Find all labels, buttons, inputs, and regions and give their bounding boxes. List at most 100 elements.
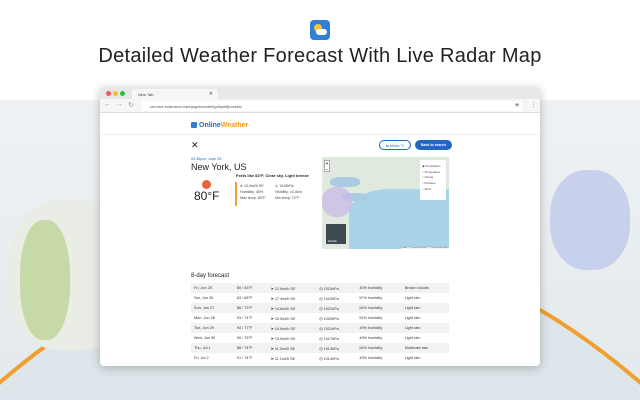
- back-to-search-button[interactable]: Back to search: [415, 140, 452, 150]
- cell-text: Sun, Jun 27: [194, 306, 215, 310]
- cell-text: Tue, Jun 29: [194, 326, 214, 330]
- cell-text: 1020hPa: [323, 316, 339, 321]
- browser-window: New Tab ✕ ← → ↻ chrome-extension://achjag…: [100, 87, 540, 366]
- table-row: Thu, Jul 1 88 / 74°F ➤ 11.3mi/h SE ◎ 1013hP…: [191, 343, 449, 353]
- close-icon[interactable]: ✕: [191, 140, 199, 151]
- cell: 91 / 74°F: [234, 353, 268, 363]
- cell-text: 49% humidity: [359, 336, 383, 340]
- forecast-title: 8-day forecast: [191, 273, 230, 279]
- cell: ◎ 1015hPa: [319, 286, 339, 291]
- cell-text: 14.0mi/h SE: [274, 326, 296, 331]
- map-zoom-controls[interactable]: + −: [324, 160, 330, 173]
- cell-text: 10.5mi/h SE: [274, 316, 296, 321]
- cell: ◎ 1017hPa: [319, 336, 339, 341]
- back-icon[interactable]: ←: [104, 101, 111, 108]
- cell: 54% humidity: [356, 303, 401, 313]
- layer-option[interactable]: ○ Wind: [422, 187, 444, 191]
- cell: Mon, Jun 28: [191, 313, 234, 323]
- cell: Moderate rain: [402, 343, 449, 353]
- cell-text: 49% humidity: [359, 356, 383, 360]
- brand-logo[interactable]: OnlineWeather: [191, 122, 248, 129]
- cell-text: 49% humidity: [359, 326, 383, 330]
- bookmark-star-icon[interactable]: ★: [514, 101, 520, 109]
- address-bar[interactable]: chrome-extension://achjagcbmedeblgdbpelf…: [142, 101, 522, 111]
- layer-option[interactable]: ○ Clouds: [422, 175, 444, 179]
- cell: Light rain: [402, 313, 449, 323]
- current-temp: 80°F: [194, 189, 220, 203]
- cell: 49% humidity: [356, 323, 401, 333]
- cell-text: 11.3mi/h SE: [274, 346, 296, 351]
- cell: Light rain: [402, 353, 449, 363]
- cell: 49% humidity: [356, 333, 401, 343]
- cell-text: 83 / 68°F: [236, 296, 253, 300]
- wind: ➤ 10.0mi/h SE: [240, 184, 264, 188]
- table-row: Mon, Jun 28 93 / 74°F ➤ 10.5mi/h SE ◎ 1020h…: [191, 313, 449, 323]
- visibility: Visibility: 10.0km: [275, 190, 302, 194]
- cell-text: Fri, Jun 25: [194, 286, 212, 290]
- cell-text: 1015hPa: [323, 286, 339, 291]
- cell-text: Light rain: [404, 336, 421, 340]
- current-date: 02:46pm, June 25: [191, 157, 222, 161]
- cell: ➤ 12.0mi/h SE: [270, 286, 296, 291]
- cell-text: 1015hPa: [323, 296, 339, 301]
- cell: Sun, Jun 27: [191, 303, 234, 313]
- cell-text: 54% humidity: [359, 346, 383, 350]
- cell-text: 88 / 74°F: [236, 346, 253, 350]
- cell: ➤ 11.3mi/h SE: [270, 346, 296, 351]
- satellite-toggle[interactable]: Satellite: [326, 224, 346, 244]
- table-row: Sun, Jun 27 88 / 73°F ➤ 14.6mi/h SE ◎ 1022h…: [191, 303, 449, 313]
- cell-text: Wed, Jun 30: [194, 336, 216, 340]
- cell-text: 40% humidity: [359, 286, 383, 290]
- cell-text: 51% humidity: [359, 316, 383, 320]
- reload-icon[interactable]: ↻: [128, 101, 134, 109]
- close-tab-icon[interactable]: ✕: [209, 91, 213, 97]
- cell-text: Broken clouds: [404, 286, 429, 290]
- cell: 49% humidity: [356, 353, 401, 363]
- humidity: Humidity: 46%: [240, 190, 264, 194]
- cell: 88 / 74°F: [234, 343, 268, 353]
- cell: Light rain: [402, 293, 449, 303]
- cell-text: Light rain: [404, 306, 421, 310]
- cell: ➤ 14.0mi/h SE: [270, 326, 296, 331]
- cell: Sat, Jun 26: [191, 293, 234, 303]
- cell-text: Fri, Jul 2: [194, 356, 209, 360]
- cell: ◎ 1015hPa: [319, 296, 339, 301]
- forward-icon[interactable]: →: [116, 101, 123, 108]
- radar-map[interactable]: + − ◉ Precipitation ○ Temperature ○ Cloud…: [322, 157, 449, 249]
- cell: 83 / 68°F: [234, 293, 268, 303]
- cell: Light rain: [402, 333, 449, 343]
- cell-text: Moderate rain: [404, 346, 429, 350]
- cell-text: 14.6mi/h SE: [274, 306, 296, 311]
- cell: 40% humidity: [356, 283, 401, 293]
- layer-option[interactable]: ○ Pressure: [422, 181, 444, 185]
- cell-text: 88 / 73°F: [236, 306, 253, 310]
- cell: ➤ 10.5mi/h SE: [270, 316, 296, 321]
- cell-text: Light rain: [404, 326, 421, 330]
- cell: ➤ 13.0mi/h SE: [270, 336, 296, 341]
- cell-text: Mon, Jun 28: [194, 316, 215, 320]
- cell: Fri, Jul 2: [191, 353, 234, 363]
- cell-text: 57% humidity: [359, 296, 383, 300]
- layer-option[interactable]: ○ Temperature: [422, 170, 444, 174]
- cell: Thu, Jul 1: [191, 343, 234, 353]
- cell-text: Sat, Jun 26: [194, 296, 214, 300]
- units-toggle-button[interactable]: ⇆ Metric °C: [379, 140, 412, 150]
- cell: 90 / 75°F: [234, 333, 268, 343]
- pressure: ◎ 1015hPa: [275, 184, 294, 188]
- layer-option[interactable]: ◉ Precipitation: [422, 164, 444, 168]
- browser-tab[interactable]: New Tab ✕: [132, 89, 218, 99]
- cell: 93 / 74°F: [234, 313, 268, 323]
- cell-text: 94 / 77°F: [236, 326, 253, 330]
- table-row: Fri, Jul 2 91 / 74°F ➤ 11.1mi/h SE ◎ 1014hP…: [191, 353, 449, 363]
- cell-text: 1014hPa: [323, 356, 339, 361]
- layer-selector[interactable]: ◉ Precipitation ○ Temperature ○ Clouds ○…: [420, 160, 446, 200]
- cell: ➤ 14.6mi/h SE: [270, 306, 296, 311]
- cell-text: 90 / 75°F: [236, 336, 253, 340]
- cell: ◎ 1013hPa: [319, 346, 339, 351]
- cell: ◎ 1014hPa: [319, 356, 339, 361]
- map-attribution: Leaflet | © OpenStreetMap, © OpenWeather…: [400, 247, 448, 249]
- menu-icon[interactable]: ⋮: [530, 101, 537, 109]
- table-row: Tue, Jun 29 94 / 77°F ➤ 14.0mi/h SE ◎ 1021h…: [191, 323, 449, 333]
- cell-text: 91 / 74°F: [236, 356, 253, 360]
- cell: 54% humidity: [356, 343, 401, 353]
